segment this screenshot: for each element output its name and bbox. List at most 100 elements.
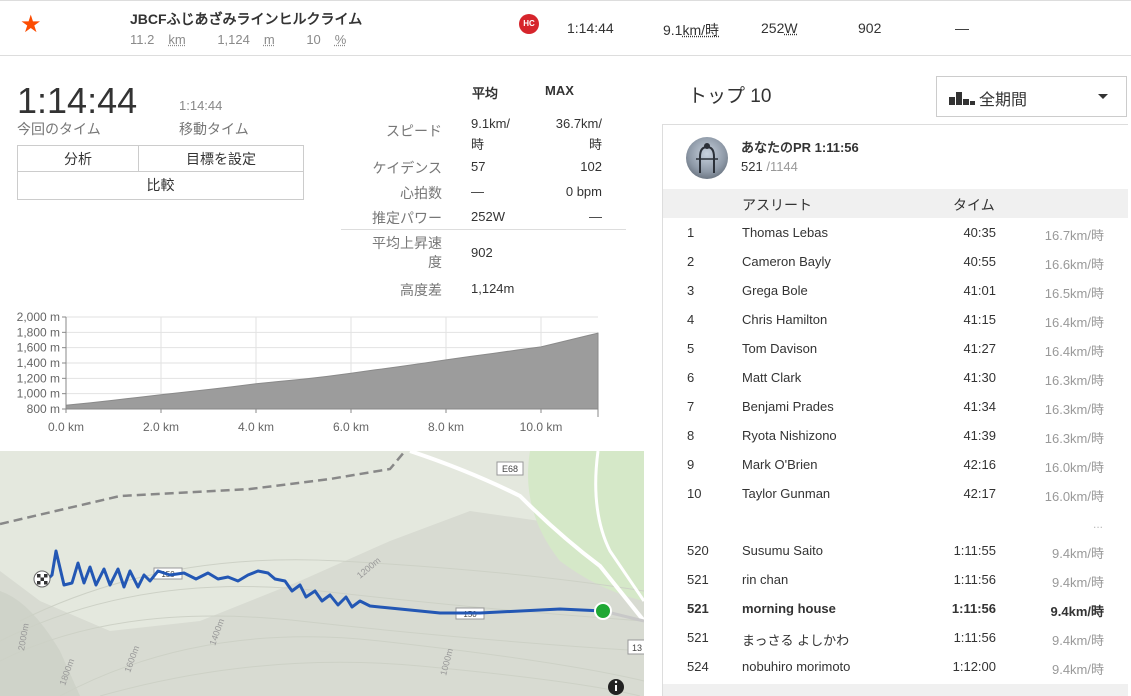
- athlete-time: 40:35: [963, 225, 996, 240]
- start-marker[interactable]: [594, 602, 612, 620]
- elapsed-time-label: 今回のタイム: [17, 121, 101, 137]
- rank: 4: [687, 312, 695, 327]
- set-goal-button[interactable]: 目標を設定: [139, 146, 303, 172]
- table-row[interactable]: 6 Matt Clark 41:30 16.3km/時: [663, 363, 1128, 392]
- star-icon[interactable]: ★: [20, 10, 42, 39]
- athlete-name[interactable]: Thomas Lebas: [742, 225, 828, 240]
- stats-col-avg: 平均: [472, 86, 499, 101]
- y-tick-label: 1,200 m: [17, 371, 60, 385]
- personal-record[interactable]: あなたのPR 1:11:56 521 /1144: [663, 124, 1128, 188]
- elapsed-time: 1:14:44: [17, 80, 138, 121]
- rank: 521: [687, 630, 709, 645]
- x-tick-label: 4.0 km: [238, 420, 274, 434]
- athlete-time: 1:11:56: [953, 630, 996, 645]
- table-row[interactable]: 7 Benjami Prades 41:34 16.3km/時: [663, 392, 1128, 421]
- athlete-speed: 9.4km/時: [1050, 604, 1104, 619]
- table-row[interactable]: 4 Chris Hamilton 41:15 16.4km/時: [663, 305, 1128, 334]
- y-tick-label: 1,800 m: [17, 325, 60, 339]
- athlete-name[interactable]: Grega Bole: [742, 283, 808, 298]
- segment-speed: 9.1km/時: [663, 22, 720, 38]
- x-tick-label: 0.0 km: [48, 420, 84, 434]
- stats-vam: 902: [471, 245, 493, 260]
- athlete-speed: 9.4km/時: [1051, 662, 1104, 677]
- segment-row[interactable]: ★ JBCFふじあざみラインヒルクライム 11.2 km 1,124 m 10% H…: [0, 0, 1131, 56]
- athlete-name[interactable]: nobuhiro morimoto: [742, 659, 850, 674]
- stats-max-heartrate: 0 bpm: [565, 184, 602, 199]
- stats-label-cadence: ケイデンス: [372, 160, 442, 176]
- athlete-name[interactable]: Tom Davison: [742, 341, 817, 356]
- col-time: タイム: [953, 197, 995, 213]
- athlete-speed: 16.5km/時: [1044, 286, 1104, 301]
- athlete-name[interactable]: rin chan: [742, 572, 788, 587]
- table-row[interactable]: 3 Grega Bole 41:01 16.5km/時: [663, 276, 1128, 305]
- athlete-name[interactable]: Susumu Saito: [742, 543, 823, 558]
- pr-rank: 521 /1144: [741, 159, 798, 174]
- table-row[interactable]: 8 Ryota Nishizono 41:39 16.3km/時: [663, 421, 1128, 450]
- finish-flag-icon[interactable]: [33, 570, 51, 588]
- athlete-speed: 9.4km/時: [1051, 546, 1104, 561]
- table-row[interactable]: 9 Mark O'Brien 42:16 16.0km/時: [663, 450, 1128, 479]
- segment-time: 1:14:44: [567, 20, 614, 36]
- athlete-name[interactable]: Ryota Nishizono: [742, 428, 837, 443]
- athlete-time: 1:11:56: [951, 601, 996, 616]
- info-icon[interactable]: [608, 679, 624, 695]
- segment-power: 252W: [761, 20, 798, 36]
- leaderboard-header: アスリート タイム: [663, 189, 1128, 218]
- table-row[interactable]: 10 Taylor Gunman 42:17 16.0km/時: [663, 479, 1128, 508]
- period-filter-label: 全期間: [979, 92, 1028, 109]
- athlete-time: 41:27: [963, 341, 996, 356]
- athlete-speed: 16.7km/時: [1044, 228, 1104, 243]
- rank: 521: [687, 572, 709, 587]
- athlete-speed: 16.4km/時: [1044, 315, 1104, 330]
- rank: 6: [687, 370, 695, 385]
- stats-divider: [341, 229, 626, 230]
- athlete-name[interactable]: まっさる よしかわ: [742, 630, 849, 649]
- y-tick-label: 1,600 m: [17, 341, 60, 355]
- table-row[interactable]: 521 morning house 1:11:56 9.4km/時: [663, 594, 1128, 623]
- analysis-button[interactable]: 分析: [18, 146, 139, 172]
- x-tick-label: 6.0 km: [333, 420, 369, 434]
- athlete-name[interactable]: Cameron Bayly: [742, 254, 831, 269]
- athlete-time: 1:12:00: [952, 659, 996, 674]
- athlete-speed: 16.3km/時: [1044, 373, 1104, 388]
- athlete-time: 40:55: [963, 254, 996, 269]
- rank: 524: [687, 659, 709, 674]
- y-tick-label: 800 m: [27, 402, 60, 416]
- stats-avg-speed: 9.1km/時: [471, 116, 511, 152]
- table-row[interactable]: 524 nobuhiro morimoto 1:12:00 9.4km/時: [663, 652, 1128, 681]
- avatar[interactable]: [686, 137, 728, 179]
- stats-label-power: 推定パワー: [372, 210, 442, 226]
- map-canvas[interactable]: E68 1200m 1400m 1600m 1800m 2000m 1000m …: [0, 451, 644, 696]
- segment-name[interactable]: JBCFふじあざみラインヒルクライム: [130, 9, 362, 29]
- athlete-time: 42:17: [963, 486, 996, 501]
- rank: 520: [687, 543, 709, 558]
- route-map[interactable]: E68 1200m 1400m 1600m 1800m 2000m 1000m …: [0, 451, 644, 696]
- road-label-13: 13: [632, 643, 642, 653]
- period-filter-dropdown[interactable]: 全期間: [936, 76, 1127, 117]
- athlete-name[interactable]: Matt Clark: [742, 370, 801, 385]
- athlete-name[interactable]: Chris Hamilton: [742, 312, 827, 327]
- pr-title: あなたのPR 1:11:56: [741, 140, 859, 155]
- table-row[interactable]: 521 まっさる よしかわ 1:11:56 9.4km/時: [663, 623, 1128, 652]
- compare-button[interactable]: 比較: [18, 172, 303, 199]
- stats-label-speed: スピード: [386, 123, 442, 139]
- hc-category-badge: HC: [519, 14, 539, 34]
- moving-time-label: 移動タイム: [179, 121, 249, 137]
- segment-elevation: 1,124 m: [217, 32, 275, 47]
- table-row[interactable]: 2 Cameron Bayly 40:55 16.6km/時: [663, 247, 1128, 276]
- athlete-speed: 16.3km/時: [1044, 402, 1104, 417]
- y-tick-label: 1,000 m: [17, 387, 60, 401]
- table-row[interactable]: 5 Tom Davison 41:27 16.4km/時: [663, 334, 1128, 363]
- leaderboard-panel: あなたのPR 1:11:56 521 /1144 アスリート タイム 1 Thom…: [662, 124, 1128, 696]
- table-row[interactable]: 521 rin chan 1:11:56 9.4km/時: [663, 565, 1128, 594]
- athlete-name[interactable]: morning house: [742, 601, 836, 616]
- stats-label-elevation-diff: 高度差: [400, 282, 442, 298]
- rank: 2: [687, 254, 695, 269]
- athlete-name[interactable]: Benjami Prades: [742, 399, 834, 414]
- stats-avg-power: 252W: [471, 209, 505, 224]
- athlete-name[interactable]: Mark O'Brien: [742, 457, 817, 472]
- table-row[interactable]: 520 Susumu Saito 1:11:55 9.4km/時: [663, 536, 1128, 565]
- table-row[interactable]: 1 Thomas Lebas 40:35 16.7km/時: [663, 218, 1128, 247]
- effort-actions: 分析 目標を設定 比較: [17, 145, 304, 200]
- athlete-name[interactable]: Taylor Gunman: [742, 486, 830, 501]
